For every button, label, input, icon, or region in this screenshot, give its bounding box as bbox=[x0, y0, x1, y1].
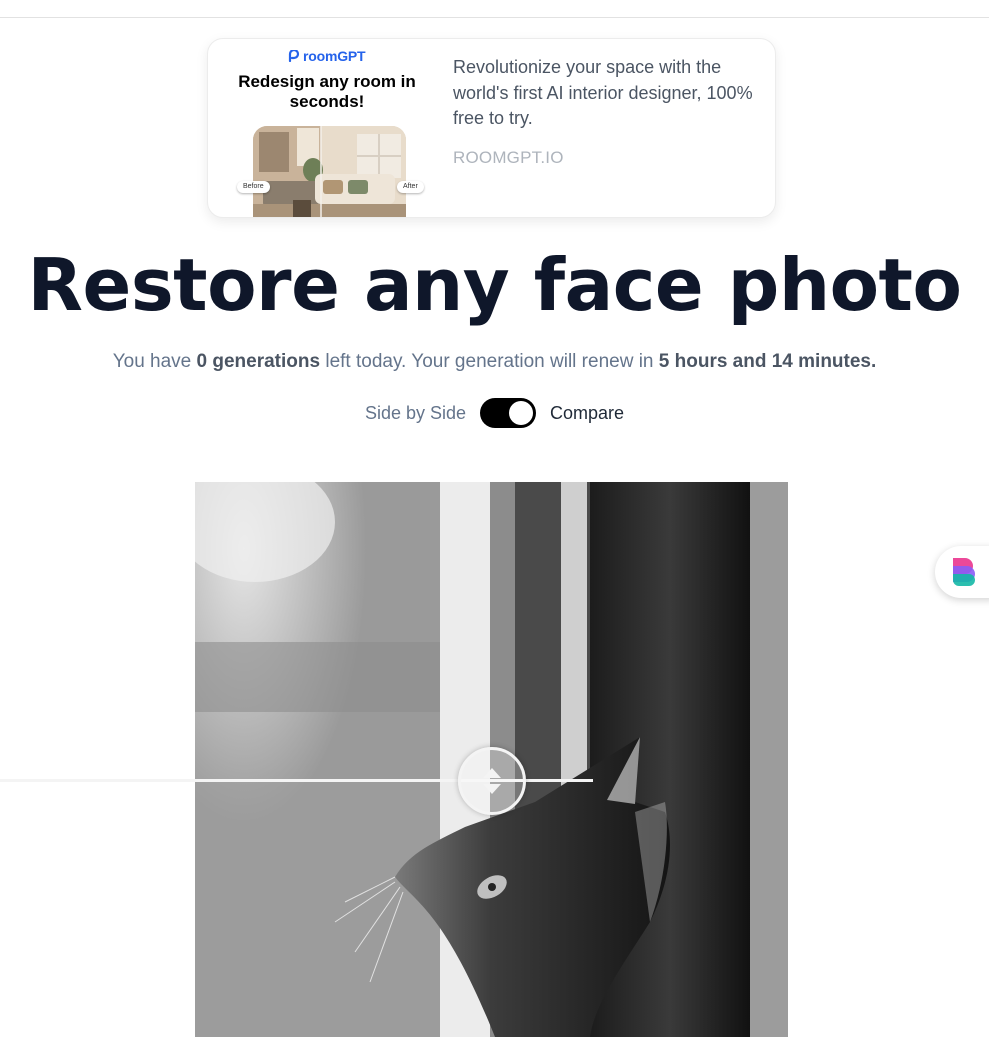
ad-description: Revolutionize your space with the world'… bbox=[453, 57, 753, 128]
ad-logo-text: roomGPT bbox=[303, 48, 366, 64]
ad-image-panel: roomGPT Redesign any room in seconds! Be… bbox=[208, 39, 448, 217]
generations-count: 0 generations bbox=[196, 351, 321, 372]
ad-url[interactable]: ROOMGPT.IO bbox=[453, 148, 564, 168]
top-bar-border bbox=[0, 0, 989, 18]
compare-drag-handle[interactable] bbox=[458, 747, 526, 815]
side-by-side-label: Side by Side bbox=[364, 402, 467, 423]
renew-time: 5 hours and 14 minutes. bbox=[658, 351, 877, 372]
after-label: After bbox=[397, 181, 424, 193]
roomgpt-logo-icon bbox=[288, 50, 300, 62]
quota-prefix: You have bbox=[112, 351, 197, 372]
view-mode-toggle-row: Side by Side Compare bbox=[0, 397, 989, 429]
ad-card[interactable]: roomGPT Redesign any room in seconds! Be… bbox=[207, 38, 776, 218]
switch-knob bbox=[509, 401, 534, 425]
ad-logo: roomGPT bbox=[288, 48, 366, 64]
floating-extension-button[interactable] bbox=[935, 546, 989, 598]
ad-room-photo bbox=[253, 126, 406, 217]
view-mode-switch[interactable] bbox=[480, 398, 537, 428]
generation-quota: You have 0 generations left today. Your … bbox=[0, 348, 989, 376]
up-down-arrows-icon bbox=[483, 768, 501, 794]
quota-middle: left today. Your generation will renew i… bbox=[320, 351, 659, 372]
ad-headline: Redesign any room in seconds! bbox=[238, 72, 416, 111]
compare-label: Compare bbox=[550, 402, 625, 423]
page-title: Restore any face photo bbox=[27, 243, 962, 327]
before-label: Before bbox=[237, 181, 270, 193]
extension-logo-icon bbox=[953, 558, 975, 586]
